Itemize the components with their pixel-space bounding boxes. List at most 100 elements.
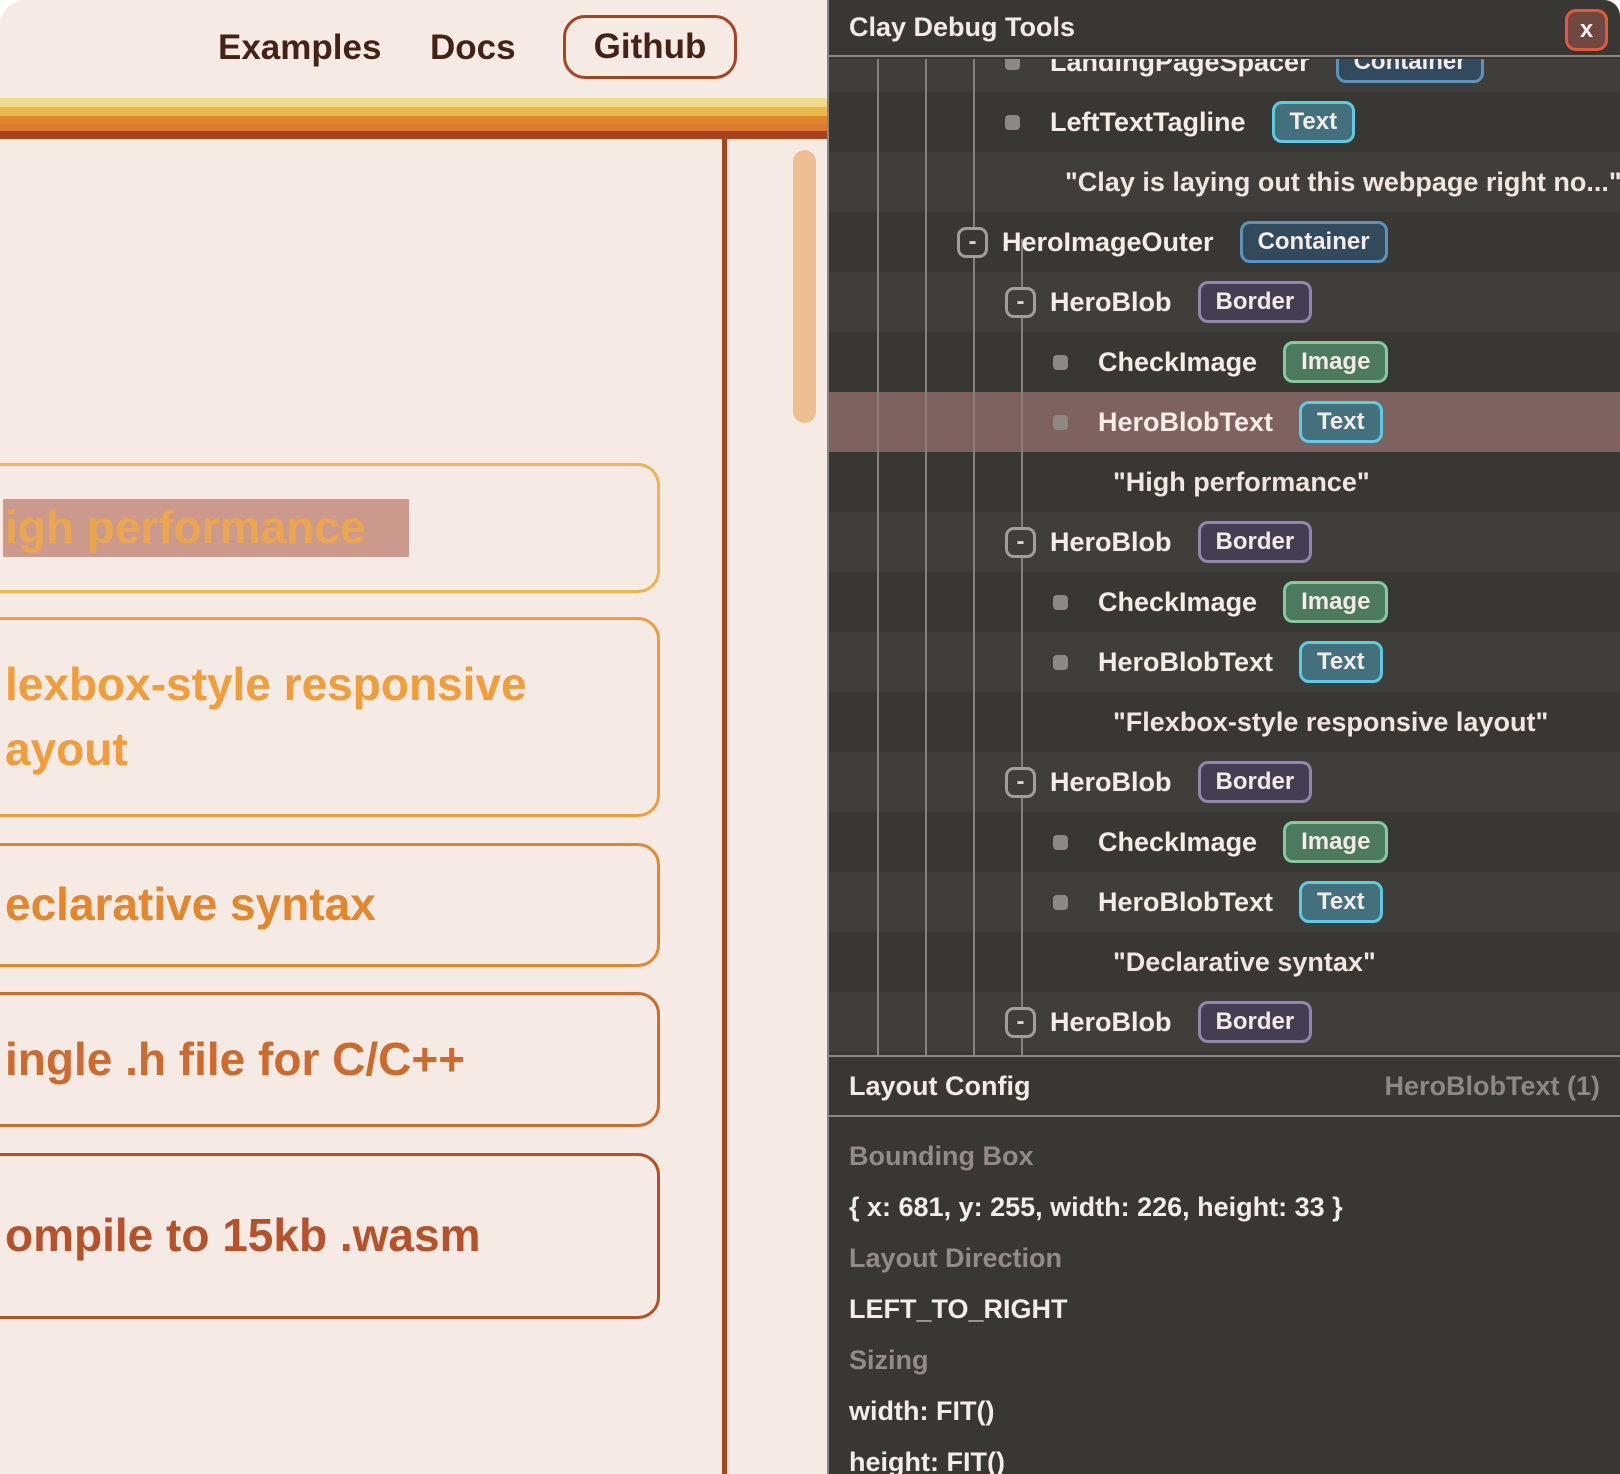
- github-button[interactable]: Github: [563, 15, 737, 79]
- config-field-value: { x: 681, y: 255, width: 226, height: 33…: [849, 1182, 1600, 1233]
- tree-row[interactable]: HeroBlobText Text: [829, 872, 1620, 932]
- collapse-toggle-button[interactable]: -: [1005, 767, 1036, 798]
- element-bullet-icon: [1053, 595, 1068, 610]
- selected-element-label: HeroBlobText (1): [1384, 1071, 1600, 1102]
- tree-guide-line: [925, 59, 927, 1055]
- debug-panel-title: Clay Debug Tools: [829, 12, 1075, 43]
- element-type-badge: Text: [1299, 881, 1383, 924]
- element-type-badge: Container: [1336, 59, 1484, 83]
- tree-element-name: HeroImageOuter: [1002, 227, 1214, 258]
- element-type-badge: Image: [1283, 341, 1388, 384]
- config-field-label: Bounding Box: [849, 1131, 1600, 1182]
- feature-box: ompile to 15kb .wasm: [0, 1153, 660, 1319]
- element-bullet-icon: [1053, 415, 1068, 430]
- feature-box-text: ingle .h file for C/C++: [5, 1027, 657, 1092]
- config-field-label: Layout Direction: [849, 1233, 1600, 1284]
- feature-box-text: ayout: [5, 717, 657, 782]
- stripe-band: [0, 116, 827, 124]
- tree-element-name: HeroBlobText: [1098, 647, 1273, 678]
- element-bullet-icon: [1053, 895, 1068, 910]
- element-tree: LandingPageSpacer Container LeftTextTaglin…: [829, 59, 1620, 1055]
- element-bullet-icon: [1005, 115, 1020, 130]
- element-bullet-icon: [1053, 835, 1068, 850]
- tree-row[interactable]: -HeroBlobBorder: [829, 992, 1620, 1052]
- tree-element-name: HeroBlobText: [1098, 887, 1273, 918]
- tree-row[interactable]: HeroBlobText Text: [829, 392, 1620, 452]
- tree-element-name: CheckImage: [1098, 587, 1257, 618]
- element-type-badge: Border: [1198, 761, 1313, 804]
- element-bullet-icon: [1005, 59, 1020, 70]
- element-type-badge: Text: [1272, 101, 1356, 144]
- tree-row[interactable]: -HeroImageOuterContainer: [829, 212, 1620, 272]
- element-bullet-icon: [1053, 655, 1068, 670]
- tree-row[interactable]: LeftTextTagline Text: [829, 92, 1620, 152]
- tree-element-name: CheckImage: [1098, 347, 1257, 378]
- feature-box: igh performance: [0, 463, 660, 593]
- stripe-band: [0, 107, 827, 116]
- site-page: Examples Docs Github igh performance lexb…: [0, 0, 827, 1474]
- tree-element-name: CheckImage: [1098, 827, 1257, 858]
- tree-text-preview-row[interactable]: "High performance": [829, 452, 1620, 512]
- debug-panel: Clay Debug Tools x LandingPageSpacer Cont…: [827, 0, 1620, 1474]
- feature-box-text: igh performance: [5, 495, 657, 560]
- app-window: Examples Docs Github igh performance lexb…: [0, 0, 1620, 1474]
- tree-text-preview: "Clay is laying out this webpage right n…: [1065, 167, 1620, 198]
- tree-element-name: HeroBlob: [1050, 527, 1172, 558]
- nav-link-examples[interactable]: Examples: [218, 26, 381, 70]
- stripe-band: [0, 124, 827, 131]
- decorative-stripes: [0, 98, 827, 139]
- stripe-band: [0, 131, 827, 139]
- collapse-toggle-button[interactable]: -: [1005, 527, 1036, 558]
- feature-box: lexbox-style responsiveayout: [0, 617, 660, 817]
- tree-text-preview: "High performance": [1113, 467, 1370, 498]
- element-type-badge: Image: [1283, 821, 1388, 864]
- tree-element-name: HeroBlobText: [1098, 407, 1273, 438]
- tree-text-preview-row[interactable]: "Declarative syntax": [829, 932, 1620, 992]
- config-field-value: width: FIT(): [849, 1386, 1600, 1437]
- tree-element-name: LeftTextTagline: [1050, 107, 1246, 138]
- element-type-badge: Text: [1299, 401, 1383, 444]
- tree-row[interactable]: CheckImage Image: [829, 332, 1620, 392]
- config-field-value: LEFT_TO_RIGHT: [849, 1284, 1600, 1335]
- tree-element-name: HeroBlob: [1050, 767, 1172, 798]
- close-button[interactable]: x: [1565, 9, 1608, 51]
- element-type-badge: Border: [1198, 281, 1313, 324]
- tree-row[interactable]: -HeroBlob Border: [829, 752, 1620, 812]
- tree-element-name: LandingPageSpacer: [1050, 59, 1310, 78]
- collapse-toggle-button[interactable]: -: [1005, 1007, 1036, 1038]
- config-field-value: height: FIT(): [849, 1437, 1600, 1474]
- layout-config-section: Layout Config HeroBlobText (1) Bounding …: [829, 1055, 1620, 1474]
- feature-box: ingle .h file for C/C++: [0, 992, 660, 1127]
- layout-config-body: Bounding Box{ x: 681, y: 255, width: 226…: [829, 1117, 1620, 1474]
- debug-panel-header: Clay Debug Tools x: [829, 0, 1620, 57]
- tree-row[interactable]: CheckImage Image: [829, 572, 1620, 632]
- tree-guide-line: [1021, 239, 1023, 1055]
- tree-text-preview: "Declarative syntax": [1113, 947, 1376, 978]
- tree-text-preview: "Flexbox-style responsive layout": [1113, 707, 1548, 738]
- page-scrollbar-thumb[interactable]: [793, 150, 816, 423]
- config-field-label: Sizing: [849, 1335, 1600, 1386]
- element-type-badge: Text: [1299, 641, 1383, 684]
- element-type-badge: Border: [1198, 521, 1313, 564]
- layout-config-title: Layout Config: [849, 1071, 1030, 1102]
- tree-rows: LandingPageSpacer Container LeftTextTaglin…: [829, 59, 1620, 1052]
- collapse-toggle-button[interactable]: -: [957, 227, 988, 258]
- element-type-badge: Image: [1283, 581, 1388, 624]
- stripe-band: [0, 98, 827, 107]
- tree-text-preview-row[interactable]: "Clay is laying out this webpage right n…: [829, 152, 1620, 212]
- feature-box-text: lexbox-style responsive: [5, 652, 657, 717]
- tree-element-name: HeroBlob: [1050, 287, 1172, 318]
- tree-text-preview-row[interactable]: "Flexbox-style responsive layout": [829, 692, 1620, 752]
- layout-config-header: Layout Config HeroBlobText (1): [829, 1057, 1620, 1117]
- tree-row[interactable]: -HeroBlob Border: [829, 272, 1620, 332]
- collapse-toggle-button[interactable]: -: [1005, 287, 1036, 318]
- tree-guide-line: [973, 59, 975, 1055]
- tree-row[interactable]: -HeroBlob Border: [829, 512, 1620, 572]
- element-type-badge: Border: [1198, 1001, 1313, 1044]
- tree-row[interactable]: HeroBlobText Text: [829, 632, 1620, 692]
- page-divider-line: [722, 139, 727, 1474]
- nav-link-docs[interactable]: Docs: [430, 26, 516, 70]
- element-bullet-icon: [1053, 355, 1068, 370]
- tree-row[interactable]: CheckImage Image: [829, 812, 1620, 872]
- tree-row[interactable]: LandingPageSpacer Container: [829, 59, 1620, 92]
